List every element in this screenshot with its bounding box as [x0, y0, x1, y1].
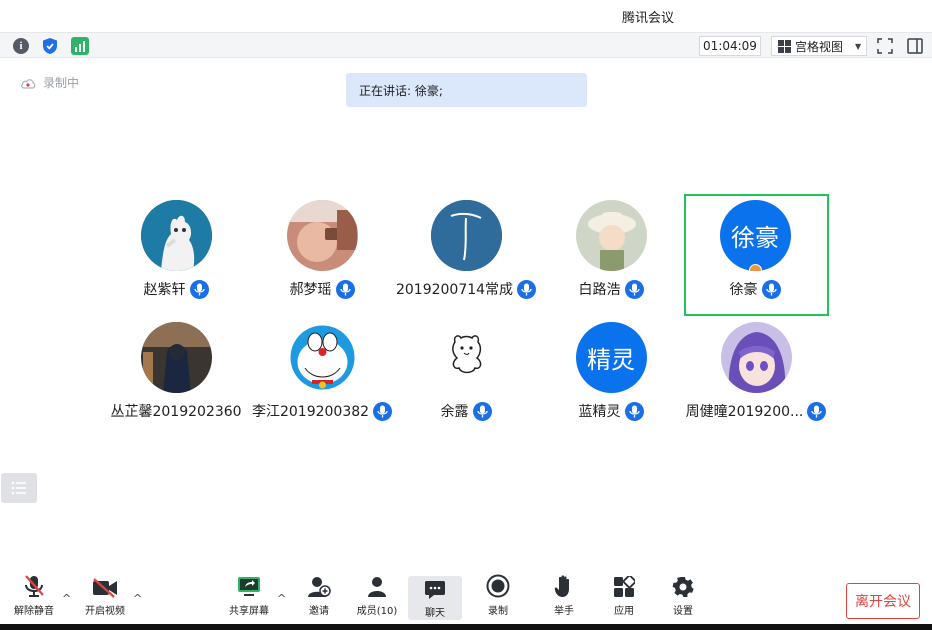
- hand-icon: [554, 575, 569, 597]
- participant-name: 余露: [440, 404, 469, 420]
- microphone-icon: [517, 279, 537, 299]
- participant-name: 徐豪: [729, 282, 758, 298]
- chat-button[interactable]: 聊天: [408, 576, 462, 620]
- apps-icon: [614, 576, 635, 597]
- participant-tile[interactable]: 李江2019200382: [251, 322, 393, 421]
- participant-tile[interactable]: 2019200714常成: [395, 200, 537, 299]
- members-label: 成员(10): [356, 606, 398, 617]
- invite-label: 邀请: [309, 606, 329, 617]
- participant-name: 赵紫轩: [143, 282, 186, 298]
- chat-icon: [425, 581, 445, 599]
- host-badge-icon: [748, 264, 762, 271]
- record-button[interactable]: 录制: [473, 570, 523, 617]
- speaking-banner: 正在讲话: 徐豪;: [346, 73, 587, 107]
- signal-icon[interactable]: [71, 37, 89, 55]
- top-toolbar: i 01:04:09 宫格视图 ▼: [0, 32, 932, 58]
- add-user-icon: [308, 577, 331, 597]
- view-mode-label: 宫格视图: [795, 39, 844, 54]
- mic-muted-icon: [25, 575, 44, 597]
- video-off-icon: [93, 578, 117, 598]
- participant-tile[interactable]: 郝梦瑶: [259, 200, 385, 299]
- microphone-icon: [373, 401, 393, 421]
- view-mode-dropdown[interactable]: 宫格视图 ▼: [771, 36, 867, 56]
- participant-tile[interactable]: 丛芷馨2019202360: [110, 322, 242, 421]
- participant-tile[interactable]: 白路浩: [548, 200, 674, 299]
- avatar: [286, 200, 358, 271]
- participant-name: 郝梦瑶: [289, 282, 332, 298]
- title-bar: 腾讯会议: [0, 0, 932, 32]
- gear-icon: [672, 577, 694, 597]
- start-video-button[interactable]: 开启视频: [80, 570, 130, 617]
- participant-name: 李江2019200382: [251, 404, 370, 420]
- participant-tile[interactable]: 精灵 蓝精灵: [548, 322, 674, 421]
- window-title: 腾讯会议: [622, 11, 675, 26]
- share-screen-icon: [238, 577, 260, 596]
- avatar-text: 徐豪: [731, 224, 779, 252]
- side-panel-icon[interactable]: [906, 37, 924, 55]
- chevron-up-icon[interactable]: ^: [133, 592, 142, 605]
- shield-icon[interactable]: [41, 37, 59, 55]
- microphone-icon: [189, 279, 209, 299]
- participant-tile[interactable]: 周健曈2019200...: [685, 322, 827, 421]
- microphone-icon: [807, 401, 827, 421]
- avatar: [575, 200, 647, 271]
- fullscreen-icon[interactable]: [876, 37, 894, 55]
- grid-view-icon: [778, 39, 791, 53]
- info-icon[interactable]: i: [12, 37, 30, 55]
- share-screen-label: 共享屏幕: [229, 606, 269, 617]
- avatar: [430, 322, 502, 393]
- participant-name: 2019200714常成: [395, 282, 514, 298]
- unmute-label: 解除静音: [14, 606, 54, 617]
- participant-name: 蓝精灵: [578, 404, 621, 420]
- apps-button[interactable]: 应用: [599, 570, 649, 617]
- unmute-button[interactable]: 解除静音: [9, 570, 59, 617]
- avatar: [140, 322, 212, 393]
- chevron-up-icon[interactable]: ^: [62, 592, 71, 605]
- start-video-label: 开启视频: [85, 606, 125, 617]
- leave-meeting-button[interactable]: 离开会议: [846, 583, 920, 619]
- chat-label: 聊天: [425, 608, 445, 619]
- members-button[interactable]: 成员(10): [351, 570, 403, 617]
- share-screen-button[interactable]: 共享屏幕: [224, 570, 274, 617]
- chevron-down-icon: ▼: [855, 41, 862, 51]
- meeting-window: 腾讯会议 i 01:04:09 宫格视图 ▼ 录制中 正在讲话: 徐豪; 赵紫轩…: [0, 0, 932, 630]
- record-icon: [486, 574, 510, 598]
- participant-name: 丛芷馨2019202360: [110, 404, 242, 420]
- microphone-icon: [335, 279, 355, 299]
- participant-tile[interactable]: 赵紫轩: [113, 200, 239, 299]
- avatar: [430, 200, 502, 271]
- microphone-icon: [624, 401, 644, 421]
- participant-name: 周健曈2019200...: [685, 404, 804, 420]
- recording-indicator[interactable]: 录制中: [20, 74, 79, 91]
- cloud-icon: [21, 78, 36, 89]
- settings-label: 设置: [673, 606, 693, 617]
- invite-button[interactable]: 邀请: [294, 570, 344, 617]
- avatar-text: 精灵: [587, 346, 635, 374]
- microphone-icon: [761, 279, 781, 299]
- avatar: 徐豪: [719, 200, 791, 271]
- microphone-icon: [624, 279, 644, 299]
- apps-label: 应用: [614, 606, 634, 617]
- participant-tile-active[interactable]: 徐豪 徐豪: [692, 200, 818, 299]
- participant-tile[interactable]: 余露: [403, 322, 529, 421]
- participant-name: 白路浩: [578, 282, 621, 298]
- recording-label: 录制中: [43, 76, 80, 90]
- raise-hand-button[interactable]: 举手: [539, 570, 589, 617]
- avatar: 精灵: [575, 322, 647, 393]
- participant-list-toggle[interactable]: [1, 473, 37, 503]
- meeting-timer: 01:04:09: [699, 36, 761, 56]
- settings-button[interactable]: 设置: [658, 570, 708, 617]
- microphone-icon: [472, 401, 492, 421]
- taskbar-strip: [0, 624, 932, 630]
- avatar: [140, 200, 212, 271]
- record-label: 录制: [488, 606, 508, 617]
- members-icon: [368, 577, 386, 597]
- speaking-text: 正在讲话: 徐豪;: [359, 83, 443, 98]
- bottom-control-bar: 解除静音 ^ 开启视频 ^ 共享屏幕 ^ 邀请 成员(10) 聊天 录制 举手 …: [0, 570, 932, 624]
- avatar: [286, 322, 358, 393]
- list-icon: [11, 481, 26, 495]
- chevron-up-icon[interactable]: ^: [277, 592, 286, 605]
- avatar: [720, 322, 792, 393]
- raise-hand-label: 举手: [554, 606, 574, 617]
